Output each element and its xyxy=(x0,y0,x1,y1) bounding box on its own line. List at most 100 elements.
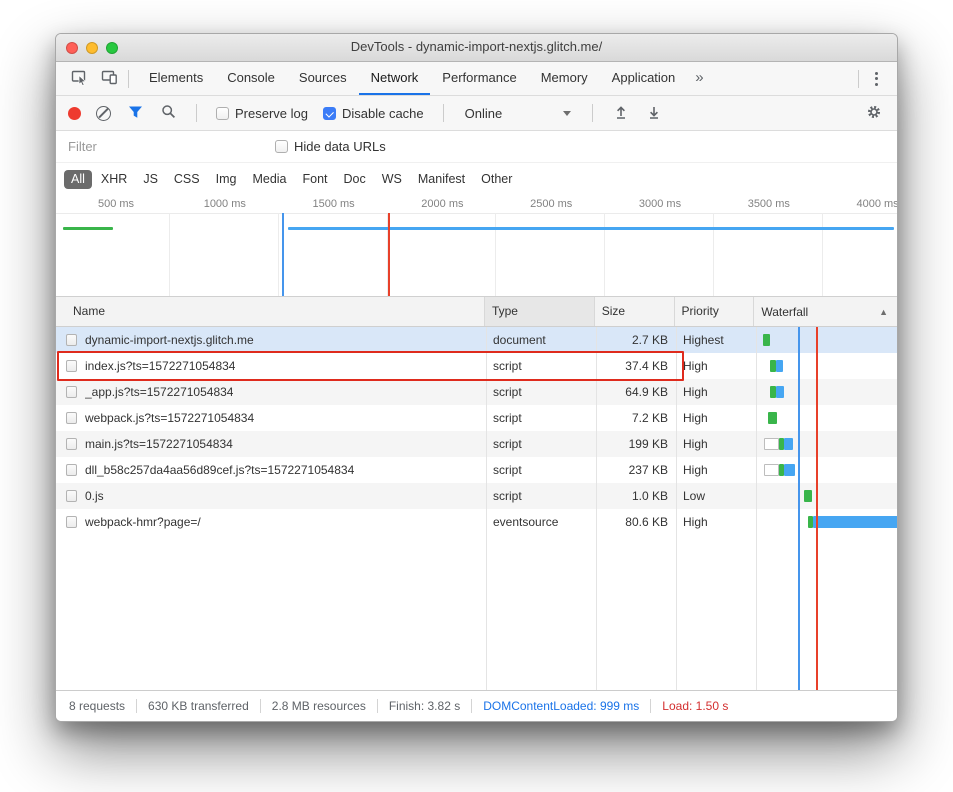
status-bar: 8 requests 630 KB transferred 2.8 MB res… xyxy=(56,690,897,721)
load-time: Load: 1.50 s xyxy=(650,699,739,713)
tab-performance[interactable]: Performance xyxy=(430,62,528,95)
clear-network-log-button[interactable] xyxy=(96,106,111,121)
export-har-button[interactable] xyxy=(645,105,663,122)
column-header-type[interactable]: Type xyxy=(485,297,595,326)
network-request-row[interactable]: dynamic-import-nextjs.glitch.medocument2… xyxy=(56,327,897,353)
separator xyxy=(858,70,859,88)
column-divider[interactable] xyxy=(596,327,597,690)
request-priority: High xyxy=(676,457,756,483)
request-waterfall xyxy=(756,327,897,353)
search-button[interactable] xyxy=(159,104,177,122)
type-filter-xhr[interactable]: XHR xyxy=(94,170,134,189)
type-filter-img[interactable]: Img xyxy=(209,170,244,189)
inspect-element-button[interactable] xyxy=(64,62,94,95)
toggle-device-toolbar-button[interactable] xyxy=(94,62,124,95)
type-filter-ws[interactable]: WS xyxy=(375,170,409,189)
request-type: script xyxy=(486,379,596,405)
request-size: 199 KB xyxy=(596,431,676,457)
hide-data-urls-control[interactable]: Hide data URLs xyxy=(275,139,386,154)
timeline-graph[interactable] xyxy=(56,213,897,296)
preserve-log-control[interactable]: Preserve log xyxy=(216,106,308,121)
file-icon xyxy=(66,386,77,398)
waterfall-download-bar xyxy=(813,516,897,528)
type-filter-font[interactable]: Font xyxy=(296,170,335,189)
resources-size: 2.8 MB resources xyxy=(260,699,377,713)
column-divider[interactable] xyxy=(676,327,677,690)
network-request-row[interactable]: webpack.js?ts=1572271054834script7.2 KBH… xyxy=(56,405,897,431)
column-divider[interactable] xyxy=(486,327,487,690)
column-header-priority[interactable]: Priority xyxy=(675,297,755,326)
tab-application[interactable]: Application xyxy=(600,62,688,95)
separator xyxy=(592,104,593,122)
network-request-row[interactable]: main.js?ts=1572271054834script199 KBHigh xyxy=(56,431,897,457)
network-request-row[interactable]: dll_b58c257da4aa56d89cef.js?ts=157227105… xyxy=(56,457,897,483)
request-type: script xyxy=(486,457,596,483)
column-header-waterfall[interactable]: Waterfall ▲ xyxy=(754,297,897,326)
separator xyxy=(196,104,197,122)
request-name-cell: webpack.js?ts=1572271054834 xyxy=(56,405,486,431)
request-waterfall xyxy=(756,431,897,457)
type-filter-all[interactable]: All xyxy=(64,170,92,189)
record-network-log-button[interactable] xyxy=(68,107,81,120)
network-filter-input[interactable] xyxy=(66,138,275,155)
hide-data-urls-checkbox[interactable] xyxy=(275,140,288,153)
disable-cache-checkbox[interactable] xyxy=(323,107,336,120)
type-filter-js[interactable]: JS xyxy=(136,170,165,189)
tab-sources[interactable]: Sources xyxy=(287,62,359,95)
waterfall-queueing-bar xyxy=(764,438,779,450)
column-divider[interactable] xyxy=(756,327,757,690)
overview-activity-bar xyxy=(63,227,113,230)
file-icon xyxy=(66,516,77,528)
transferred-size: 630 KB transferred xyxy=(136,699,260,713)
network-request-row[interactable]: _app.js?ts=1572271054834script64.9 KBHig… xyxy=(56,379,897,405)
type-filter-other[interactable]: Other xyxy=(474,170,519,189)
tab-network[interactable]: Network xyxy=(359,62,431,95)
request-name: 0.js xyxy=(85,483,104,509)
resource-type-filters: All XHR JS CSS Img Media Font Doc WS Man… xyxy=(56,163,897,195)
preserve-log-checkbox[interactable] xyxy=(216,107,229,120)
gear-icon xyxy=(866,104,882,123)
network-overview[interactable]: 500 ms1000 ms1500 ms2000 ms2500 ms3000 m… xyxy=(56,195,897,297)
import-har-button[interactable] xyxy=(612,105,630,122)
timeline-gridline xyxy=(822,213,823,296)
type-filter-doc[interactable]: Doc xyxy=(337,170,373,189)
preserve-log-label: Preserve log xyxy=(235,106,308,121)
request-priority: High xyxy=(676,509,756,535)
type-filter-css[interactable]: CSS xyxy=(167,170,207,189)
timeline-labels: 500 ms1000 ms1500 ms2000 ms2500 ms3000 m… xyxy=(56,195,897,214)
titlebar: DevTools - dynamic-import-nextjs.glitch.… xyxy=(56,34,897,62)
network-settings-button[interactable] xyxy=(863,104,885,123)
close-window-button[interactable] xyxy=(66,42,78,54)
tab-memory[interactable]: Memory xyxy=(529,62,600,95)
tab-elements[interactable]: Elements xyxy=(137,62,215,95)
separator xyxy=(443,104,444,122)
timeline-label: 1000 ms xyxy=(204,198,246,210)
waterfall-header-label: Waterfall xyxy=(761,298,808,326)
column-header-name[interactable]: Name xyxy=(56,297,485,326)
network-request-row[interactable]: 0.jsscript1.0 KBLow xyxy=(56,483,897,509)
type-filter-manifest[interactable]: Manifest xyxy=(411,170,472,189)
type-filter-media[interactable]: Media xyxy=(245,170,293,189)
timeline-label: 2500 ms xyxy=(530,198,572,210)
devtools-menu-button[interactable] xyxy=(863,62,889,95)
throttling-select[interactable]: Online xyxy=(463,106,573,121)
request-name-cell: webpack-hmr?page=/ xyxy=(56,509,486,535)
column-header-size[interactable]: Size xyxy=(595,297,675,326)
timeline-label: 4000 ms xyxy=(856,198,897,210)
hide-data-urls-label: Hide data URLs xyxy=(294,139,386,154)
network-request-row[interactable]: webpack-hmr?page=/eventsource80.6 KBHigh xyxy=(56,509,897,535)
more-tabs-button[interactable]: » xyxy=(687,62,711,95)
request-size: 7.2 KB xyxy=(596,405,676,431)
tab-console[interactable]: Console xyxy=(215,62,287,95)
filter-toggle-button[interactable] xyxy=(126,105,144,122)
request-size: 64.9 KB xyxy=(596,379,676,405)
request-name: webpack.js?ts=1572271054834 xyxy=(85,405,254,431)
minimize-window-button[interactable] xyxy=(86,42,98,54)
zoom-window-button[interactable] xyxy=(106,42,118,54)
disable-cache-control[interactable]: Disable cache xyxy=(323,106,424,121)
request-size: 1.0 KB xyxy=(596,483,676,509)
request-name-cell: dynamic-import-nextjs.glitch.me xyxy=(56,327,486,353)
request-name-cell: main.js?ts=1572271054834 xyxy=(56,431,486,457)
domcontentloaded-time: DOMContentLoaded: 999 ms xyxy=(471,699,650,713)
request-priority: High xyxy=(676,379,756,405)
